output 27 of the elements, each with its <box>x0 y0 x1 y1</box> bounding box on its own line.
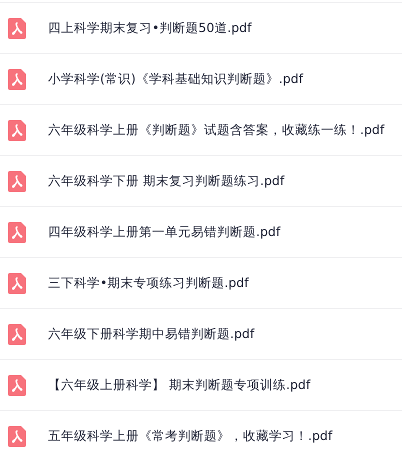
file-name: 六年级下册科学期中易错判断题.pdf <box>48 326 254 342</box>
file-name: 三下科学•期末专项练习判断题.pdf <box>48 274 249 292</box>
pdf-icon <box>8 120 26 140</box>
file-item[interactable]: 【六年级上册科学】 期末判断题专项训练.pdf <box>0 360 402 410</box>
file-name: 五年级科学上册《常考判断题》，收藏学习！.pdf <box>48 428 332 444</box>
pdf-icon <box>8 68 26 90</box>
pdf-icon <box>8 426 26 446</box>
pdf-icon <box>8 18 26 38</box>
pdf-icon <box>8 374 26 396</box>
file-item[interactable]: 六年级科学下册 期末复习判断题练习.pdf <box>0 156 402 206</box>
pdf-icon <box>8 272 26 294</box>
file-name: 四年级科学上册第一单元易错判断题.pdf <box>48 224 280 240</box>
file-item[interactable]: 六年级下册科学期中易错判断题.pdf <box>0 309 402 359</box>
file-item[interactable]: 五年级科学上册《常考判断题》，收藏学习！.pdf <box>0 411 402 457</box>
file-name: 六年级科学上册《判断题》试题含答案，收藏练一练！.pdf <box>48 122 384 138</box>
file-name: 【六年级上册科学】 期末判断题专项训练.pdf <box>48 376 310 394</box>
file-item[interactable]: 六年级科学上册《判断题》试题含答案，收藏练一练！.pdf <box>0 105 402 155</box>
file-item[interactable]: 四上科学期末复习•判断题50道.pdf <box>0 3 402 53</box>
file-name: 四上科学期末复习•判断题50道.pdf <box>48 20 252 36</box>
file-name: 六年级科学下册 期末复习判断题练习.pdf <box>48 172 284 190</box>
file-item[interactable]: 小学科学(常识)《学科基础知识判断题》.pdf <box>0 54 402 104</box>
pdf-icon <box>8 324 26 344</box>
file-item[interactable]: 三下科学•期末专项练习判断题.pdf <box>0 258 402 308</box>
pdf-icon <box>8 222 26 242</box>
pdf-icon <box>8 170 26 192</box>
file-item[interactable]: 四年级科学上册第一单元易错判断题.pdf <box>0 207 402 257</box>
file-name: 小学科学(常识)《学科基础知识判断题》.pdf <box>48 70 303 88</box>
